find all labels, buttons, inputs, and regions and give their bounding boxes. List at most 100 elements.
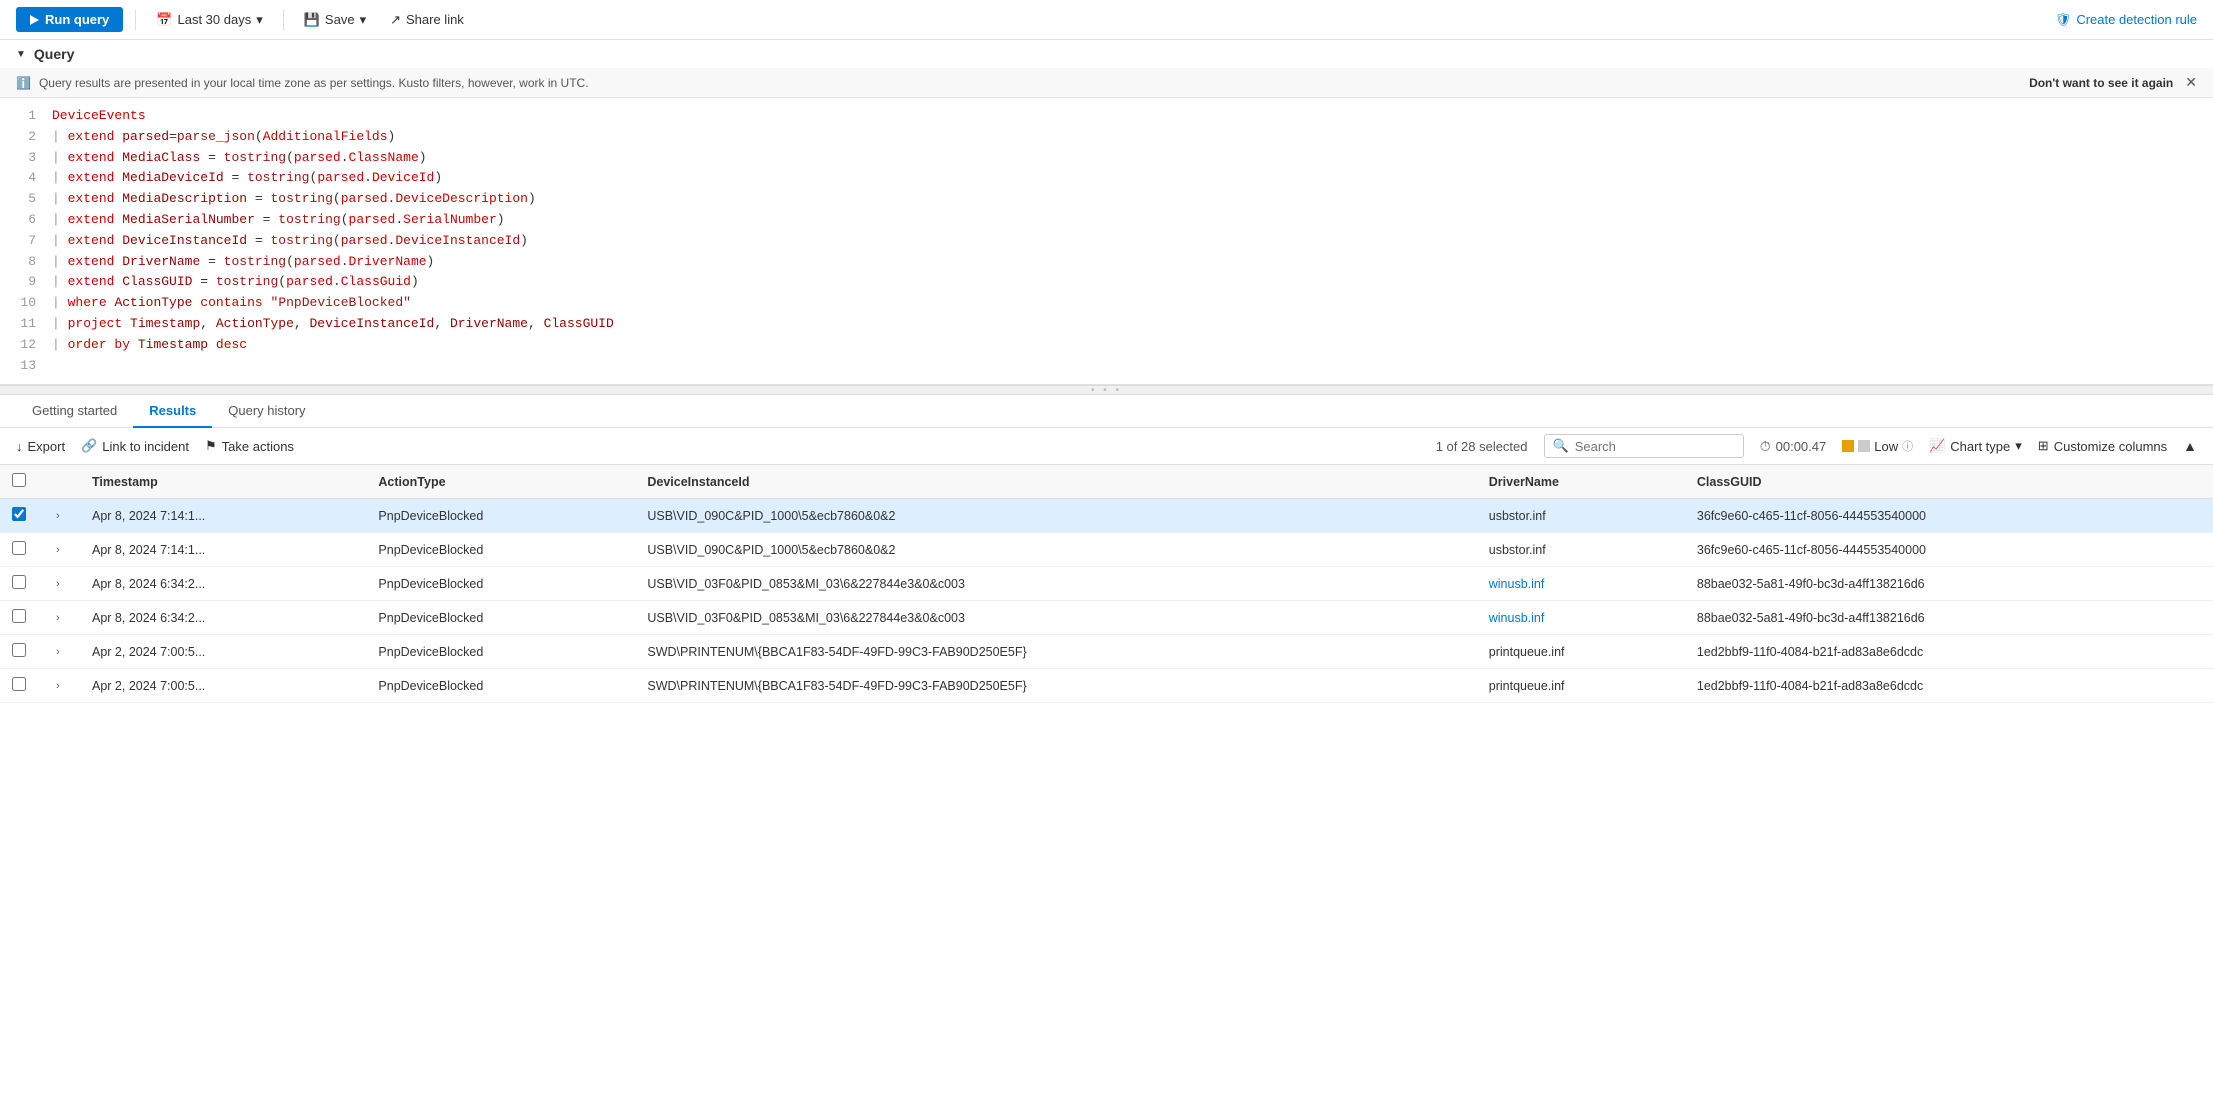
columns-icon: ⊞ bbox=[2038, 438, 2049, 454]
row-class-guid: 1ed2bbf9-11f0-4084-b21f-ad83a8e6dcdc bbox=[1685, 635, 2213, 669]
chevron-down-icon-chart: ▾ bbox=[2015, 438, 2022, 454]
row-expand-cell: › bbox=[40, 601, 80, 635]
export-button[interactable]: ↓ Export bbox=[16, 439, 65, 454]
code-line-9: 9 | extend ClassGUID = tostring(parsed.C… bbox=[16, 272, 2197, 293]
save-button[interactable]: 💾 Save ▾ bbox=[296, 8, 374, 32]
share-icon: ↗ bbox=[390, 12, 401, 28]
col-device-instance-id: DeviceInstanceId bbox=[635, 465, 1476, 499]
info-icon-low: ⓘ bbox=[1902, 438, 1913, 454]
share-label: Share link bbox=[406, 12, 464, 27]
code-line-2: 2 | extend parsed=parse_json(AdditionalF… bbox=[16, 127, 2197, 148]
results-table: Timestamp ActionType DeviceInstanceId Dr… bbox=[0, 465, 2213, 703]
date-range-button[interactable]: 📅 Last 30 days ▾ bbox=[148, 8, 270, 32]
run-query-button[interactable]: Run query bbox=[16, 7, 123, 32]
code-line-8: 8 | extend DriverName = tostring(parsed.… bbox=[16, 252, 2197, 273]
code-line-7: 7 | extend DeviceInstanceId = tostring(p… bbox=[16, 231, 2197, 252]
row-device-instance-id: USB\VID_090C&PID_1000\5&ecb7860&0&2 bbox=[635, 533, 1476, 567]
col-checkbox bbox=[0, 465, 40, 499]
row-checkbox[interactable] bbox=[12, 643, 26, 657]
detection-icon: 🛡 bbox=[2055, 12, 2072, 28]
resize-divider[interactable]: • • • bbox=[0, 385, 2213, 395]
search-input[interactable] bbox=[1575, 439, 1735, 454]
row-driver-name: usbstor.inf bbox=[1477, 499, 1685, 533]
row-driver-name: winusb.inf bbox=[1477, 567, 1685, 601]
row-expand-cell: › bbox=[40, 669, 80, 703]
table-row: › Apr 2, 2024 7:00:5... PnpDeviceBlocked… bbox=[0, 635, 2213, 669]
row-expand-button[interactable]: › bbox=[52, 678, 64, 694]
info-bar-left: ℹ️ Query results are presented in your l… bbox=[16, 76, 589, 90]
code-line-13: 13 bbox=[16, 356, 2197, 377]
info-bar-right: Don't want to see it again ✕ bbox=[2029, 74, 2197, 91]
table-row: › Apr 8, 2024 7:14:1... PnpDeviceBlocked… bbox=[0, 533, 2213, 567]
row-checkbox[interactable] bbox=[12, 575, 26, 589]
row-checkbox-cell bbox=[0, 533, 40, 567]
create-detection-label: Create detection rule bbox=[2076, 12, 2197, 27]
chevron-down-icon-save: ▾ bbox=[360, 12, 367, 28]
chart-type-button[interactable]: 📈 Chart type ▾ bbox=[1929, 438, 2022, 454]
row-expand-button[interactable]: › bbox=[52, 610, 64, 626]
row-checkbox[interactable] bbox=[12, 677, 26, 691]
table-row: › Apr 8, 2024 6:34:2... PnpDeviceBlocked… bbox=[0, 567, 2213, 601]
code-line-4: 4 | extend MediaDeviceId = tostring(pars… bbox=[16, 168, 2197, 189]
search-icon: 🔍 bbox=[1553, 438, 1569, 454]
row-device-instance-id: SWD\PRINTENUM\{BBCA1F83-54DF-49FD-99C3-F… bbox=[635, 669, 1476, 703]
create-detection-button[interactable]: 🛡 Create detection rule bbox=[2055, 12, 2197, 28]
select-all-checkbox[interactable] bbox=[12, 473, 26, 487]
col-expand bbox=[40, 465, 80, 499]
row-timestamp: Apr 2, 2024 7:00:5... bbox=[80, 635, 366, 669]
toolbar-sep-2 bbox=[283, 10, 284, 30]
tab-results[interactable]: Results bbox=[133, 395, 212, 428]
tab-getting-started[interactable]: Getting started bbox=[16, 395, 133, 428]
row-class-guid: 36fc9e60-c465-11cf-8056-444553540000 bbox=[1685, 533, 2213, 567]
tab-query-history[interactable]: Query history bbox=[212, 395, 321, 428]
share-link-button[interactable]: ↗ Share link bbox=[382, 8, 472, 32]
code-line-10: 10 | where ActionType contains "PnpDevic… bbox=[16, 293, 2197, 314]
main-toolbar: Run query 📅 Last 30 days ▾ 💾 Save ▾ ↗ Sh… bbox=[0, 0, 2213, 40]
save-label: Save bbox=[325, 12, 355, 27]
row-timestamp: Apr 8, 2024 7:14:1... bbox=[80, 533, 366, 567]
run-query-label: Run query bbox=[45, 12, 109, 27]
low-rect-orange bbox=[1842, 440, 1854, 452]
take-actions-label: Take actions bbox=[222, 439, 294, 454]
row-expand-button[interactable]: › bbox=[52, 542, 64, 558]
close-info-button[interactable]: ✕ bbox=[2185, 74, 2197, 91]
code-line-5: 5 | extend MediaDescription = tostring(p… bbox=[16, 189, 2197, 210]
row-action-type: PnpDeviceBlocked bbox=[366, 499, 635, 533]
row-checkbox-cell bbox=[0, 499, 40, 533]
customize-columns-button[interactable]: ⊞ Customize columns bbox=[2038, 438, 2167, 454]
scroll-up-button[interactable]: ▲ bbox=[2183, 438, 2197, 454]
row-action-type: PnpDeviceBlocked bbox=[366, 601, 635, 635]
row-expand-cell: › bbox=[40, 499, 80, 533]
row-device-instance-id: USB\VID_03F0&PID_0853&MI_03\6&227844e3&0… bbox=[635, 567, 1476, 601]
row-class-guid: 1ed2bbf9-11f0-4084-b21f-ad83a8e6dcdc bbox=[1685, 669, 2213, 703]
query-section: ▼ Query ℹ️ Query results are presented i… bbox=[0, 40, 2213, 385]
row-driver-name: winusb.inf bbox=[1477, 601, 1685, 635]
row-checkbox[interactable] bbox=[12, 507, 26, 521]
link-to-incident-button[interactable]: 🔗 Link to incident bbox=[81, 438, 189, 454]
col-timestamp: Timestamp bbox=[80, 465, 366, 499]
row-checkbox[interactable] bbox=[12, 609, 26, 623]
take-actions-button[interactable]: ⚑ Take actions bbox=[205, 438, 294, 454]
row-expand-button[interactable]: › bbox=[52, 576, 64, 592]
export-icon: ↓ bbox=[16, 439, 23, 454]
row-expand-button[interactable]: › bbox=[52, 644, 64, 660]
dont-see-button[interactable]: Don't want to see it again bbox=[2029, 76, 2173, 90]
toolbar-sep-1 bbox=[135, 10, 136, 30]
row-class-guid: 36fc9e60-c465-11cf-8056-444553540000 bbox=[1685, 499, 2213, 533]
low-rect-gray bbox=[1858, 440, 1870, 452]
code-editor[interactable]: 1 DeviceEvents 2 | extend parsed=parse_j… bbox=[0, 98, 2213, 384]
actions-icon: ⚑ bbox=[205, 438, 217, 454]
row-timestamp: Apr 2, 2024 7:00:5... bbox=[80, 669, 366, 703]
search-box[interactable]: 🔍 bbox=[1544, 434, 1744, 458]
save-icon: 💾 bbox=[304, 12, 320, 28]
row-expand-button[interactable]: › bbox=[52, 508, 64, 524]
row-checkbox-cell bbox=[0, 601, 40, 635]
query-header[interactable]: ▼ Query bbox=[0, 40, 2213, 68]
row-timestamp: Apr 8, 2024 6:34:2... bbox=[80, 567, 366, 601]
col-class-guid: ClassGUID bbox=[1685, 465, 2213, 499]
query-chevron-icon: ▼ bbox=[16, 49, 26, 60]
code-line-1: 1 DeviceEvents bbox=[16, 106, 2197, 127]
divider-dots: • • • bbox=[1091, 385, 1122, 396]
results-toolbar: ↓ Export 🔗 Link to incident ⚑ Take actio… bbox=[0, 428, 2213, 465]
row-checkbox[interactable] bbox=[12, 541, 26, 555]
